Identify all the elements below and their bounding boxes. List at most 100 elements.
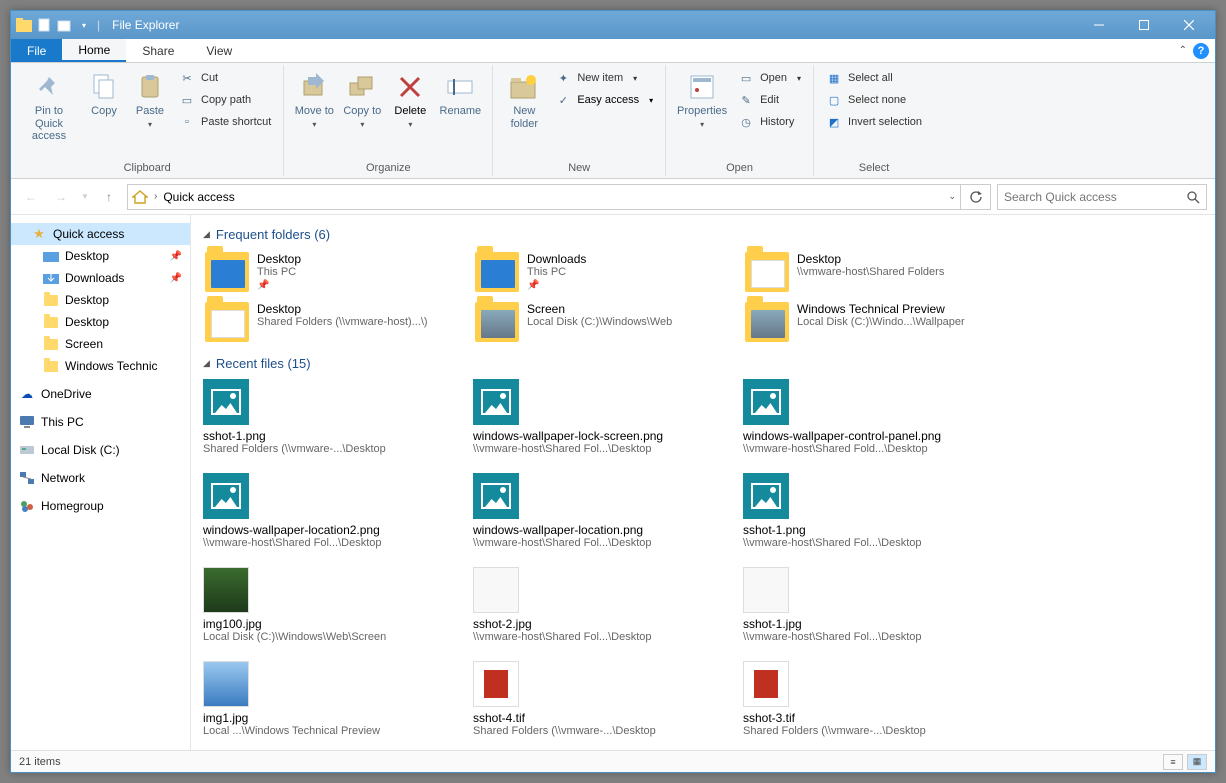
frequent-folder-item[interactable]: Desktop Shared Folders (\\vmware-host)..… (203, 300, 453, 344)
folder-thumbnail (475, 302, 519, 342)
recent-file-item[interactable]: sshot-1.png \\vmware-host\Shared Fol...\… (743, 473, 993, 549)
thumbnails-view-button[interactable]: ▦ (1187, 754, 1207, 770)
frequent-folder-item[interactable]: Downloads This PC 📌 (473, 250, 723, 294)
recent-locations-button[interactable]: ▾ (79, 185, 91, 209)
recent-file-item[interactable]: sshot-1.png Shared Folders (\\vmware-...… (203, 379, 453, 455)
recent-file-item[interactable]: windows-wallpaper-lock-screen.png \\vmwa… (473, 379, 723, 455)
properties-button[interactable]: Properties (674, 67, 730, 133)
image-thumbnail (473, 567, 519, 613)
frequent-folder-item[interactable]: Desktop \\vmware-host\Shared Folders (743, 250, 993, 294)
pin-to-quick-access-button[interactable]: Pin to Quick access (19, 67, 79, 147)
new-folder-button[interactable]: New folder (501, 67, 547, 134)
navpane-network[interactable]: Network (11, 467, 190, 489)
image-thumbnail (743, 567, 789, 613)
recent-file-item[interactable]: windows-wallpaper-location.png \\vmware-… (473, 473, 723, 549)
recent-file-item[interactable]: img1.jpg Local ...\Windows Technical Pre… (203, 661, 453, 737)
select-none-button[interactable]: ▢Select none (822, 89, 926, 111)
up-button[interactable]: ↑ (97, 185, 121, 209)
copy-path-button[interactable]: ▭Copy path (175, 89, 275, 111)
search-box[interactable] (997, 184, 1207, 210)
pin-icon: 📌 (257, 280, 301, 291)
navpane-desktop-3[interactable]: Desktop (11, 311, 190, 333)
tab-share[interactable]: Share (126, 39, 190, 62)
recent-file-item[interactable]: sshot-2.jpg \\vmware-host\Shared Fol...\… (473, 567, 723, 643)
details-view-button[interactable]: ≡ (1163, 754, 1183, 770)
qat-properties-icon[interactable] (35, 16, 53, 34)
search-input[interactable] (1004, 190, 1186, 204)
ribbon-collapse-icon[interactable]: ⌃ (1179, 45, 1187, 56)
recent-file-item[interactable]: sshot-3.tif Shared Folders (\\vmware-...… (743, 661, 993, 737)
cut-button[interactable]: ✂Cut (175, 67, 275, 89)
file-name: sshot-1.png (743, 523, 993, 537)
recent-file-item[interactable]: sshot-4.tif Shared Folders (\\vmware-...… (473, 661, 723, 737)
open-button[interactable]: ▭Open▾ (734, 67, 805, 89)
navpane-this-pc[interactable]: This PC (11, 411, 190, 433)
file-path: Local Disk (C:)\Windows\Web\Screen (203, 631, 453, 643)
navpane-local-disk[interactable]: Local Disk (C:) (11, 439, 190, 461)
invert-selection-button[interactable]: ◩Invert selection (822, 111, 926, 133)
tab-home[interactable]: Home (62, 39, 126, 62)
qat-new-folder-icon[interactable] (55, 16, 73, 34)
folder-icon (43, 314, 59, 330)
history-button[interactable]: ◷History (734, 111, 805, 133)
tab-view[interactable]: View (190, 39, 248, 62)
navpane-onedrive[interactable]: ☁OneDrive (11, 383, 190, 405)
minimize-button[interactable] (1076, 11, 1121, 39)
copy-button[interactable]: Copy (83, 67, 125, 122)
tab-file[interactable]: File (11, 39, 62, 62)
frequent-folders-header[interactable]: ◢ Frequent folders (6) (203, 227, 1203, 242)
image-thumbnail (203, 473, 249, 519)
home-icon (132, 190, 148, 204)
file-name: sshot-4.tif (473, 711, 723, 725)
file-name: sshot-3.tif (743, 711, 993, 725)
navpane-desktop-2[interactable]: Desktop (11, 289, 190, 311)
qat-dropdown-icon[interactable]: ▾ (75, 16, 93, 34)
rename-button[interactable]: Rename (436, 67, 484, 122)
recent-file-item[interactable]: sshot-1.jpg \\vmware-host\Shared Fol...\… (743, 567, 993, 643)
refresh-button[interactable] (961, 184, 991, 210)
collapse-icon: ◢ (203, 358, 210, 369)
recent-file-item[interactable]: windows-wallpaper-location2.png \\vmware… (203, 473, 453, 549)
address-dropdown-icon[interactable]: ⌄ (948, 191, 956, 202)
edit-icon: ✎ (738, 92, 754, 108)
new-item-button[interactable]: ✦New item▾ (551, 67, 657, 89)
frequent-folder-item[interactable]: Screen Local Disk (C:)\Windows\Web (473, 300, 723, 344)
edit-button[interactable]: ✎Edit (734, 89, 805, 111)
forward-button[interactable]: → (49, 185, 73, 209)
navpane-windows-technical[interactable]: Windows Technic (11, 355, 190, 377)
move-to-button[interactable]: Move to (292, 67, 336, 133)
easy-access-button[interactable]: ✓Easy access▾ (551, 89, 657, 111)
copy-to-icon (346, 71, 378, 103)
onedrive-icon: ☁ (19, 386, 35, 402)
select-none-icon: ▢ (826, 92, 842, 108)
paste-shortcut-icon: ▫ (179, 114, 195, 130)
help-icon[interactable]: ? (1193, 43, 1209, 59)
copy-to-button[interactable]: Copy to (340, 67, 384, 133)
recent-files-header[interactable]: ◢ Recent files (15) (203, 356, 1203, 371)
recent-file-item[interactable]: img100.jpg Local Disk (C:)\Windows\Web\S… (203, 567, 453, 643)
file-name: img100.jpg (203, 617, 453, 631)
maximize-button[interactable] (1121, 11, 1166, 39)
navpane-homegroup[interactable]: Homegroup (11, 495, 190, 517)
frequent-folder-item[interactable]: Windows Technical Preview Local Disk (C:… (743, 300, 993, 344)
recent-file-item[interactable]: windows-wallpaper-control-panel.png \\vm… (743, 379, 993, 455)
back-button[interactable]: ← (19, 185, 43, 209)
navpane-downloads-pinned[interactable]: Downloads📌 (11, 267, 190, 289)
navpane-desktop-pinned[interactable]: Desktop📌 (11, 245, 190, 267)
ribbon-group-open: Properties ▭Open▾ ✎Edit ◷History Open (666, 65, 814, 176)
folder-thumbnail (475, 252, 519, 292)
pin-icon: 📌 (170, 273, 182, 284)
ribbon-group-select: ▦Select all ▢Select none ◩Invert selecti… (814, 65, 934, 176)
paste-shortcut-button[interactable]: ▫Paste shortcut (175, 111, 275, 133)
select-all-button[interactable]: ▦Select all (822, 67, 926, 89)
close-button[interactable] (1166, 11, 1211, 39)
folder-thumbnail (745, 252, 789, 292)
folder-icon (43, 358, 59, 374)
navpane-quick-access[interactable]: ★ Quick access (11, 223, 190, 245)
navpane-screen[interactable]: Screen (11, 333, 190, 355)
breadcrumb[interactable]: Quick access (163, 190, 234, 204)
frequent-folder-item[interactable]: Desktop This PC 📌 (203, 250, 453, 294)
delete-button[interactable]: Delete (388, 67, 432, 133)
paste-button[interactable]: Paste (129, 67, 171, 133)
address-bar[interactable]: › Quick access ⌄ (127, 184, 961, 210)
